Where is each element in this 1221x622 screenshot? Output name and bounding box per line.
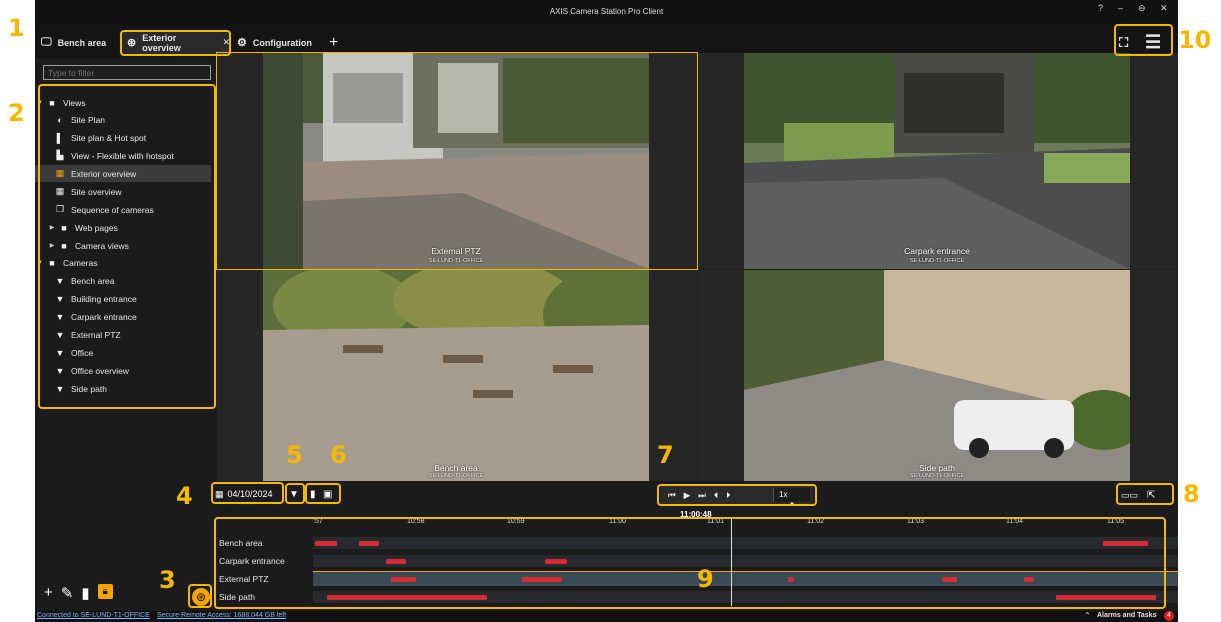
video-frame: Carpark entrance SE-LUND-T1-OFFICE [744,53,1130,269]
camera-server-label: SE-LUND-T1-OFFICE [909,258,965,264]
restore-button[interactable]: ⊖ [1138,3,1146,14]
camera-name-label: Carpark entrance [904,246,970,256]
callout-number: 3 [159,566,176,594]
camera-name-label: Bench area [434,463,478,473]
callout-number: 4 [176,482,193,510]
camera-name-label: Side path [919,463,955,473]
tab-configuration[interactable]: ⚙ Configuration [237,31,312,54]
help-button[interactable]: ? [1098,3,1103,13]
trash-icon[interactable]: ▮ [81,584,89,602]
highlight-box [657,484,817,506]
highlight-box [120,30,231,56]
video-tile-side-path[interactable]: Side path SE-LUND-T1-OFFICE [698,270,1178,481]
gear-icon: ⚙ [237,37,247,49]
callout-number: 10 [1178,26,1212,54]
callout-number: 5 [286,441,303,469]
highlight-box [305,483,341,504]
video-frame: Side path SE-LUND-T1-OFFICE [744,270,1130,481]
connection-link[interactable]: Connected to SE-LUND-T1-OFFICE [37,612,150,619]
highlight-box [214,517,1166,609]
add-icon[interactable]: + [44,584,53,602]
tab-label: Bench area [57,37,107,48]
alarm-count-badge: 4 [1164,611,1174,621]
lock-icon[interactable]: 🔒︎ [97,584,113,599]
alarms-tasks-button[interactable]: Alarms and Tasks [1097,612,1156,619]
minimize-button[interactable]: – [1118,3,1123,13]
camera-feed-image [263,53,649,269]
camera-feed-image [263,270,649,481]
video-frame: Bench area SE-LUND-T1-OFFICE [263,270,649,481]
status-bar: Connected to SE-LUND-T1-OFFICE Secure Re… [35,611,1178,622]
filter-input[interactable] [43,65,211,80]
sidebar-tools: + ✎ ▮ 🔒︎ [44,584,113,602]
tab-label: Configuration [252,37,312,48]
highlight-box [211,482,284,504]
camera-name-label: External PTZ [431,246,481,256]
add-tab-button[interactable]: + [329,31,338,54]
highlight-box [1116,483,1174,505]
monitor-icon: 🖵 [41,36,52,48]
edit-pencil-icon[interactable]: ✎ [61,584,74,602]
highlight-box [285,483,305,504]
highlight-box [38,84,216,409]
remote-access-link[interactable]: Secure Remote Access: 1688.044 GB left [157,612,286,619]
callout-number: 8 [1183,480,1200,508]
highlight-box [188,584,212,608]
callout-number: 2 [8,99,25,127]
chevron-up-icon[interactable]: ⌃ [1084,611,1091,620]
tab-bench-area[interactable]: 🖵 Bench area [41,31,106,54]
camera-feed-image [744,53,1130,269]
highlight-box [1114,24,1173,56]
video-tile-carpark-entrance[interactable]: Carpark entrance SE-LUND-T1-OFFICE [698,53,1178,269]
camera-feed-image [744,270,1130,481]
camera-server-label: SE-LUND-T1-OFFICE [909,473,965,479]
video-tile-external-ptz[interactable]: External PTZ SE-LUND-T1-OFFICE [216,52,698,270]
callout-number: 1 [8,14,25,42]
camera-server-label: SE-LUND-T1-OFFICE [428,473,484,479]
video-grid: External PTZ SE-LUND-T1-OFFICE Carpark e… [216,52,1178,481]
close-window-button[interactable]: ✕ [1160,3,1168,14]
camera-server-label: SE-LUND-T1-OFFICE [428,258,484,264]
callout-number: 7 [657,441,674,469]
callout-number: 6 [330,441,347,469]
video-frame: External PTZ SE-LUND-T1-OFFICE [263,53,649,269]
window-title: AXIS Camera Station Pro Client [549,7,664,16]
title-bar: AXIS Camera Station Pro Client ? – ⊖ ✕ [35,0,1178,25]
